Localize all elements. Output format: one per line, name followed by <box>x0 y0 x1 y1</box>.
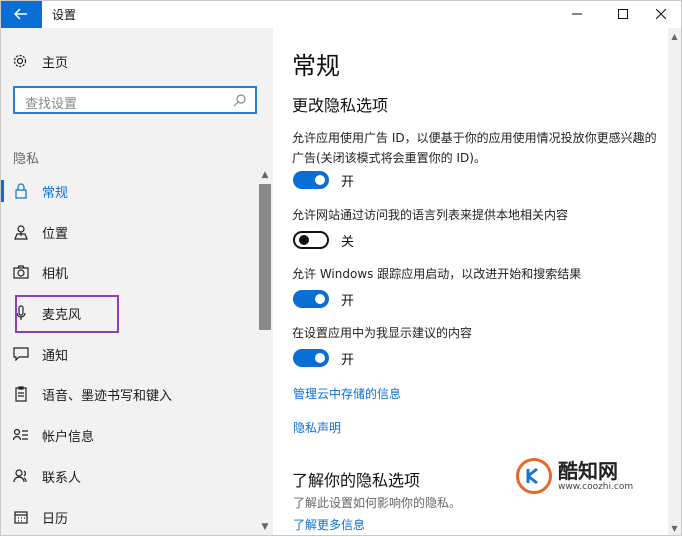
setting-toggle-row-app-launch: 开 <box>293 289 354 309</box>
page-title: 常规 <box>292 52 340 80</box>
contacts-icon <box>13 468 29 484</box>
watermark-name: 酷知网 <box>558 459 618 483</box>
setting-description-language-list: 允许网站通过访问我的语言列表来提供本地相关内容 <box>292 208 569 222</box>
sidebar-item-label: 帐户信息 <box>42 429 95 445</box>
gear-icon <box>13 54 27 68</box>
window-title: 设置 <box>52 8 77 22</box>
close-icon <box>656 9 666 19</box>
toggle-switch-app-launch[interactable] <box>293 290 329 308</box>
sidebar-item-notifications[interactable]: 通知 <box>0 334 258 374</box>
sidebar-item-label: 日历 <box>42 511 69 527</box>
main-scroll-up-icon[interactable]: ▲ <box>668 30 681 42</box>
sidebar-item-general[interactable]: 常规 <box>0 171 258 211</box>
toggle-knob <box>315 353 325 363</box>
setting-description-app-launch: 允许 Windows 跟踪应用启动，以改进开始和搜索结果 <box>292 267 582 281</box>
scroll-up-icon[interactable]: ▲ <box>258 168 272 182</box>
toggle-knob <box>315 175 325 185</box>
toggle-knob <box>299 235 309 245</box>
setting-description-ad-id: 允许应用使用广告 ID，以便基于你的应用使用情况投放你更感兴趣的广告(关闭该模式… <box>292 131 657 165</box>
title-bar: 设置 <box>0 0 682 28</box>
scroll-down-icon[interactable]: ▼ <box>258 520 272 534</box>
back-button[interactable] <box>0 0 42 28</box>
watermark-logo-icon <box>516 458 552 494</box>
setting-toggle-row-ad-id: 开 <box>293 170 354 190</box>
toggle-state-label: 关 <box>341 234 355 250</box>
maximize-icon <box>618 9 628 19</box>
search-input[interactable]: 查找设置 <box>25 93 77 112</box>
sidebar-item-label: 常规 <box>42 185 69 201</box>
section-label-privacy: 隐私 <box>13 152 40 167</box>
sidebar-item-contacts[interactable]: 联系人 <box>0 456 258 496</box>
location-icon <box>13 224 29 240</box>
sidebar-item-label: 联系人 <box>42 470 82 486</box>
toggle-switch-language-list[interactable] <box>293 231 329 249</box>
learn-privacy-heading: 了解你的隐私选项 <box>292 471 421 490</box>
watermark: 酷知网 www.coozhi.com <box>516 458 633 494</box>
back-arrow-icon <box>14 8 27 20</box>
account-info-icon <box>13 427 29 443</box>
sidebar-item-camera[interactable]: 相机 <box>0 252 258 292</box>
minimize-icon <box>572 13 582 15</box>
lock-icon <box>13 183 29 199</box>
learn-privacy-description: 了解此设置如何影响你的隐私。 <box>293 496 462 510</box>
search-box[interactable]: 查找设置 <box>13 86 257 114</box>
setting-description-suggested-content: 在设置应用中为我显示建议的内容 <box>292 326 473 340</box>
watermark-text: 酷知网 www.coozhi.com <box>558 460 633 492</box>
maximize-button[interactable] <box>602 0 644 28</box>
close-button[interactable] <box>640 0 682 28</box>
sidebar-item-label: 语音、墨迹书写和键入 <box>42 388 173 404</box>
setting-toggle-row-suggested-content: 开 <box>293 348 354 368</box>
microphone-highlight-box <box>15 295 119 333</box>
minimize-button[interactable] <box>556 0 598 28</box>
home-label: 主页 <box>42 55 69 71</box>
toggle-state-label: 开 <box>341 174 355 190</box>
main-scroll-down-icon[interactable]: ▼ <box>668 522 681 534</box>
sidebar-item-location[interactable]: 位置 <box>0 212 258 252</box>
watermark-url: www.coozhi.com <box>558 482 634 492</box>
clipboard-icon <box>13 386 29 402</box>
sidebar-item-speech-inking[interactable]: 语音、墨迹书写和键入 <box>0 374 258 414</box>
link-privacy-statement[interactable]: 隐私声明 <box>293 419 341 436</box>
toggle-knob <box>315 294 325 304</box>
notification-icon <box>13 346 29 362</box>
section-subtitle: 更改隐私选项 <box>292 96 389 115</box>
sidebar-item-account-info[interactable]: 帐户信息 <box>0 415 258 455</box>
link-learn-more[interactable]: 了解更多信息 <box>293 516 365 533</box>
toggle-switch-suggested-content[interactable] <box>293 349 329 367</box>
sidebar-item-label: 位置 <box>42 226 69 242</box>
search-icon[interactable] <box>233 93 247 107</box>
sidebar-scroll-thumb[interactable] <box>259 184 271 330</box>
calendar-icon <box>13 509 29 525</box>
main-scrollbar[interactable] <box>668 28 681 535</box>
sidebar-item-label: 相机 <box>42 266 69 282</box>
toggle-state-label: 开 <box>341 352 355 368</box>
camera-icon <box>13 264 29 280</box>
toggle-state-label: 开 <box>341 293 355 309</box>
link-manage-cloud-info[interactable]: 管理云中存储的信息 <box>293 385 401 402</box>
sidebar-item-label: 通知 <box>42 348 69 364</box>
sidebar-home[interactable]: 主页 <box>12 50 68 72</box>
setting-toggle-row-language-list: 关 <box>293 230 354 250</box>
toggle-switch-ad-id[interactable] <box>293 171 329 189</box>
sidebar-item-calendar[interactable]: 日历 <box>0 497 258 537</box>
